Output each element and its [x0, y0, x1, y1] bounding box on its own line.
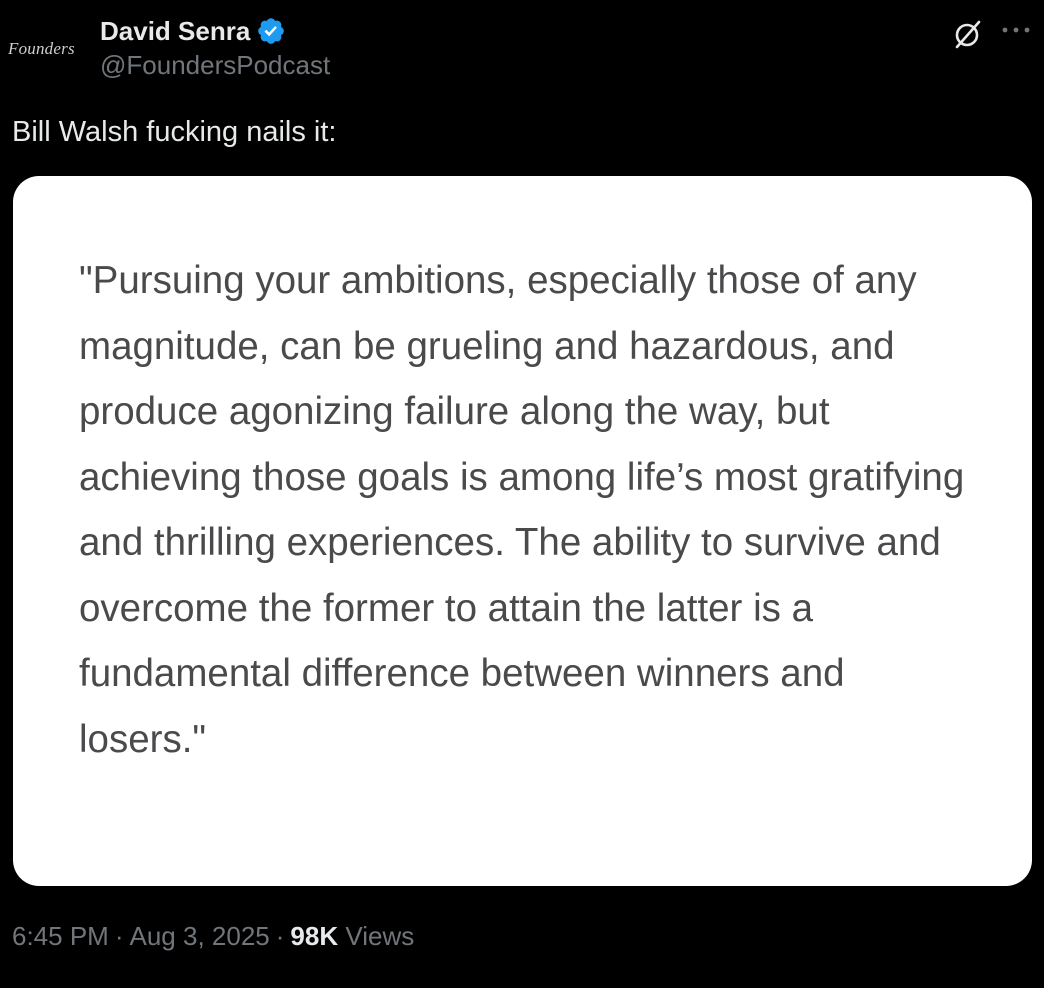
- more-options-icon[interactable]: [1000, 20, 1032, 40]
- tweet-time[interactable]: 6:45 PM: [12, 921, 109, 951]
- tweet-text: Bill Walsh fucking nails it:: [12, 116, 337, 148]
- tweet-metadata: 6:45 PM · Aug 3, 2025 · 98K Views: [12, 918, 414, 954]
- author-handle[interactable]: @FoundersPodcast: [100, 50, 330, 81]
- meta-separator: ·: [275, 921, 285, 951]
- grok-icon[interactable]: [952, 18, 984, 50]
- tweet-media-image[interactable]: "Pursuing your ambitions, especially tho…: [13, 176, 1032, 886]
- author-display-name[interactable]: David Senra: [100, 16, 250, 47]
- views-count[interactable]: 98K: [290, 921, 338, 951]
- avatar[interactable]: Founders: [8, 34, 88, 64]
- meta-separator: ·: [114, 921, 124, 951]
- author-name-row: David Senra: [100, 12, 286, 50]
- verified-badge-icon: [256, 16, 286, 46]
- tweet-date[interactable]: Aug 3, 2025: [130, 921, 270, 951]
- media-quote-text: "Pursuing your ambitions, especially tho…: [79, 259, 965, 761]
- views-label: Views: [345, 921, 415, 951]
- tweet: Founders David Senra @FoundersPodcast Bi…: [0, 0, 1044, 988]
